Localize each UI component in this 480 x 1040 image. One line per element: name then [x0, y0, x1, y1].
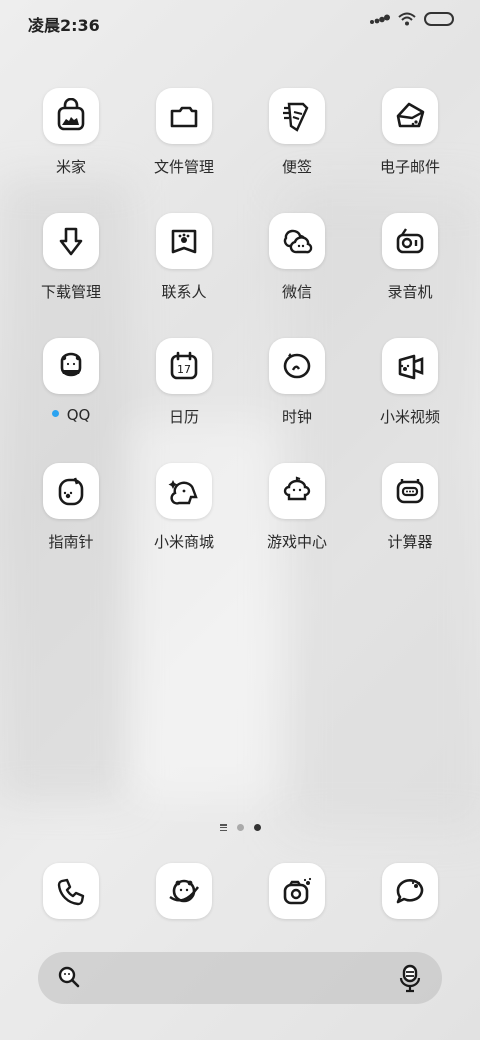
app-label: 小米视频 — [379, 408, 440, 426]
qq-icon — [43, 338, 99, 394]
app-game-center[interactable]: 游戏中心 — [242, 463, 352, 552]
game-center-icon — [269, 463, 325, 519]
new-notification-dot — [51, 410, 59, 417]
search-icon[interactable] — [56, 964, 84, 992]
page-dot-active[interactable] — [253, 824, 261, 831]
page-indicator-list-icon — [219, 824, 227, 831]
download-icon — [43, 213, 99, 269]
contacts-icon — [156, 213, 212, 269]
app-mi-mall[interactable]: 小米商城 — [129, 463, 239, 552]
dock-messages[interactable] — [355, 863, 465, 919]
app-contacts[interactable]: 联系人 — [129, 213, 239, 302]
signal-icon — [370, 13, 390, 25]
app-label: 游戏中心 — [266, 533, 327, 551]
app-qq[interactable]: QQ — [16, 338, 126, 424]
app-label: 文件管理 — [153, 158, 214, 176]
search-bar[interactable] — [38, 952, 442, 1004]
dock-browser[interactable] — [129, 863, 239, 919]
app-label: 下载管理 — [40, 283, 101, 301]
app-label: 时钟 — [281, 408, 312, 426]
page-indicator[interactable] — [0, 824, 480, 831]
camera-icon — [269, 863, 325, 919]
calculator-icon — [382, 463, 438, 519]
app-wechat[interactable]: 微信 — [242, 213, 352, 302]
status-bar: 凌晨2:36 — [0, 0, 480, 44]
dock-camera[interactable] — [242, 863, 352, 919]
app-label: 日历 — [168, 408, 199, 426]
battery-icon — [424, 12, 454, 26]
page-dot[interactable] — [236, 824, 244, 831]
calendar-day-text: 17 — [177, 363, 191, 376]
compass-icon — [43, 463, 99, 519]
calendar-icon: 17 — [156, 338, 212, 394]
wifi-icon — [398, 12, 416, 26]
app-label: 联系人 — [161, 283, 207, 301]
app-file-manager[interactable]: 文件管理 — [129, 88, 239, 177]
messages-icon — [382, 863, 438, 919]
app-label: 计算器 — [387, 533, 433, 551]
app-recorder[interactable]: 录音机 — [355, 213, 465, 302]
status-time: 凌晨2:36 — [28, 16, 100, 35]
app-label: 电子邮件 — [379, 158, 440, 176]
browser-icon — [156, 863, 212, 919]
recorder-icon — [382, 213, 438, 269]
wechat-icon — [269, 213, 325, 269]
app-compass[interactable]: 指南针 — [16, 463, 126, 552]
mijia-bag-icon — [43, 88, 99, 144]
email-icon — [382, 88, 438, 144]
app-mijia[interactable]: 米家 — [16, 88, 126, 177]
app-calculator[interactable]: 计算器 — [355, 463, 465, 552]
mall-icon — [156, 463, 212, 519]
app-calendar[interactable]: 17 日历 — [129, 338, 239, 427]
app-label: 录音机 — [387, 283, 433, 301]
app-label: 指南针 — [48, 533, 94, 551]
status-icons — [370, 12, 454, 26]
app-download-manager[interactable]: 下载管理 — [16, 213, 126, 302]
app-notes[interactable]: 便签 — [242, 88, 352, 177]
notes-icon — [269, 88, 325, 144]
clock-icon — [269, 338, 325, 394]
app-label: 微信 — [281, 283, 312, 301]
folder-icon — [156, 88, 212, 144]
video-icon — [382, 338, 438, 394]
app-label: 小米商城 — [153, 533, 214, 551]
app-mi-video[interactable]: 小米视频 — [355, 338, 465, 427]
app-clock[interactable]: 时钟 — [242, 338, 352, 427]
dock-phone[interactable] — [16, 863, 126, 919]
app-label: QQ — [16, 406, 126, 424]
app-label: 便签 — [281, 158, 312, 176]
app-label: 米家 — [55, 158, 86, 176]
phone-icon — [43, 863, 99, 919]
app-email[interactable]: 电子邮件 — [355, 88, 465, 177]
microphone-icon[interactable] — [398, 964, 422, 994]
